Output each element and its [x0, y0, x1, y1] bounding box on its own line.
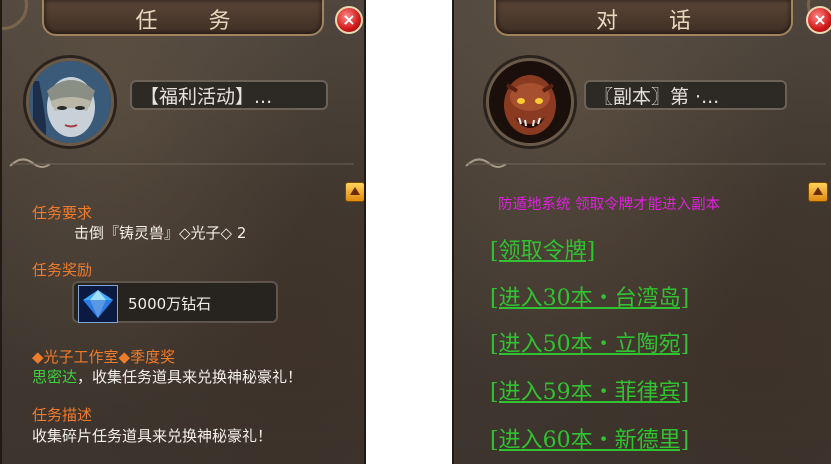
- npc-name-plate: 〖副本〗第 ·...: [584, 80, 787, 110]
- option-enter-59[interactable]: [进入59本・菲律宾]: [490, 374, 689, 406]
- description-label: 任务描述: [32, 406, 93, 424]
- reward-item-name: 5000万钻石: [128, 295, 212, 313]
- option-get-token[interactable]: [领取令牌]: [490, 233, 595, 265]
- reward-label: 任务奖励: [32, 261, 93, 279]
- quest-panel: 任 务 × 【福利活动】... 任务要求 击倒『铸灵兽』◇光子◇ 2 任务奖励: [0, 0, 366, 464]
- promo-row: 思密达，收集任务道具来兑换神秘豪礼！: [32, 366, 302, 387]
- demon-avatar: [489, 61, 571, 143]
- close-button[interactable]: ×: [806, 6, 831, 34]
- promo-text: ，收集任务道具来兑换神秘豪礼！: [77, 368, 303, 386]
- promo-line: ◆光子工作室◆季度奖: [32, 348, 176, 366]
- masked-woman-avatar: [29, 61, 111, 143]
- requirement-text: 击倒『铸灵兽』◇光子◇ 2: [74, 224, 247, 242]
- close-button[interactable]: ×: [335, 6, 363, 34]
- option-enter-60[interactable]: [进入60本・新德里]: [490, 422, 689, 454]
- corner-ornament-icon: [2, 0, 28, 30]
- scroll-up-button[interactable]: [808, 182, 828, 202]
- dialogue-notice: 防遁地系统 领取令牌才能进入副本: [498, 197, 721, 213]
- npc-avatar: [486, 58, 574, 146]
- close-icon: ×: [813, 10, 827, 29]
- option-enter-30[interactable]: [进入30本・台湾岛]: [490, 280, 689, 312]
- diamond-gem-icon: [78, 285, 118, 323]
- close-icon: ×: [342, 10, 356, 29]
- panel-title: 对 话: [596, 9, 713, 34]
- divider-ornament-icon: [465, 158, 826, 168]
- scroll-up-button[interactable]: [345, 182, 364, 202]
- npc-avatar: [26, 58, 114, 146]
- npc-name-plate: 【福利活动】...: [130, 80, 328, 110]
- title-bar: 对 话: [494, 0, 793, 36]
- promo-name: 思密达: [32, 368, 78, 386]
- panel-title: 任 务: [135, 9, 253, 34]
- requirement-label: 任务要求: [32, 204, 93, 222]
- description-text: 收集碎片任务道具来兑换神秘豪礼！: [32, 427, 273, 445]
- title-bar: 任 务: [42, 0, 324, 36]
- reward-item-slot[interactable]: 5000万钻石: [72, 281, 278, 323]
- divider-ornament-icon: [9, 158, 354, 168]
- option-enter-50[interactable]: [进入50本・立陶宛]: [490, 326, 689, 358]
